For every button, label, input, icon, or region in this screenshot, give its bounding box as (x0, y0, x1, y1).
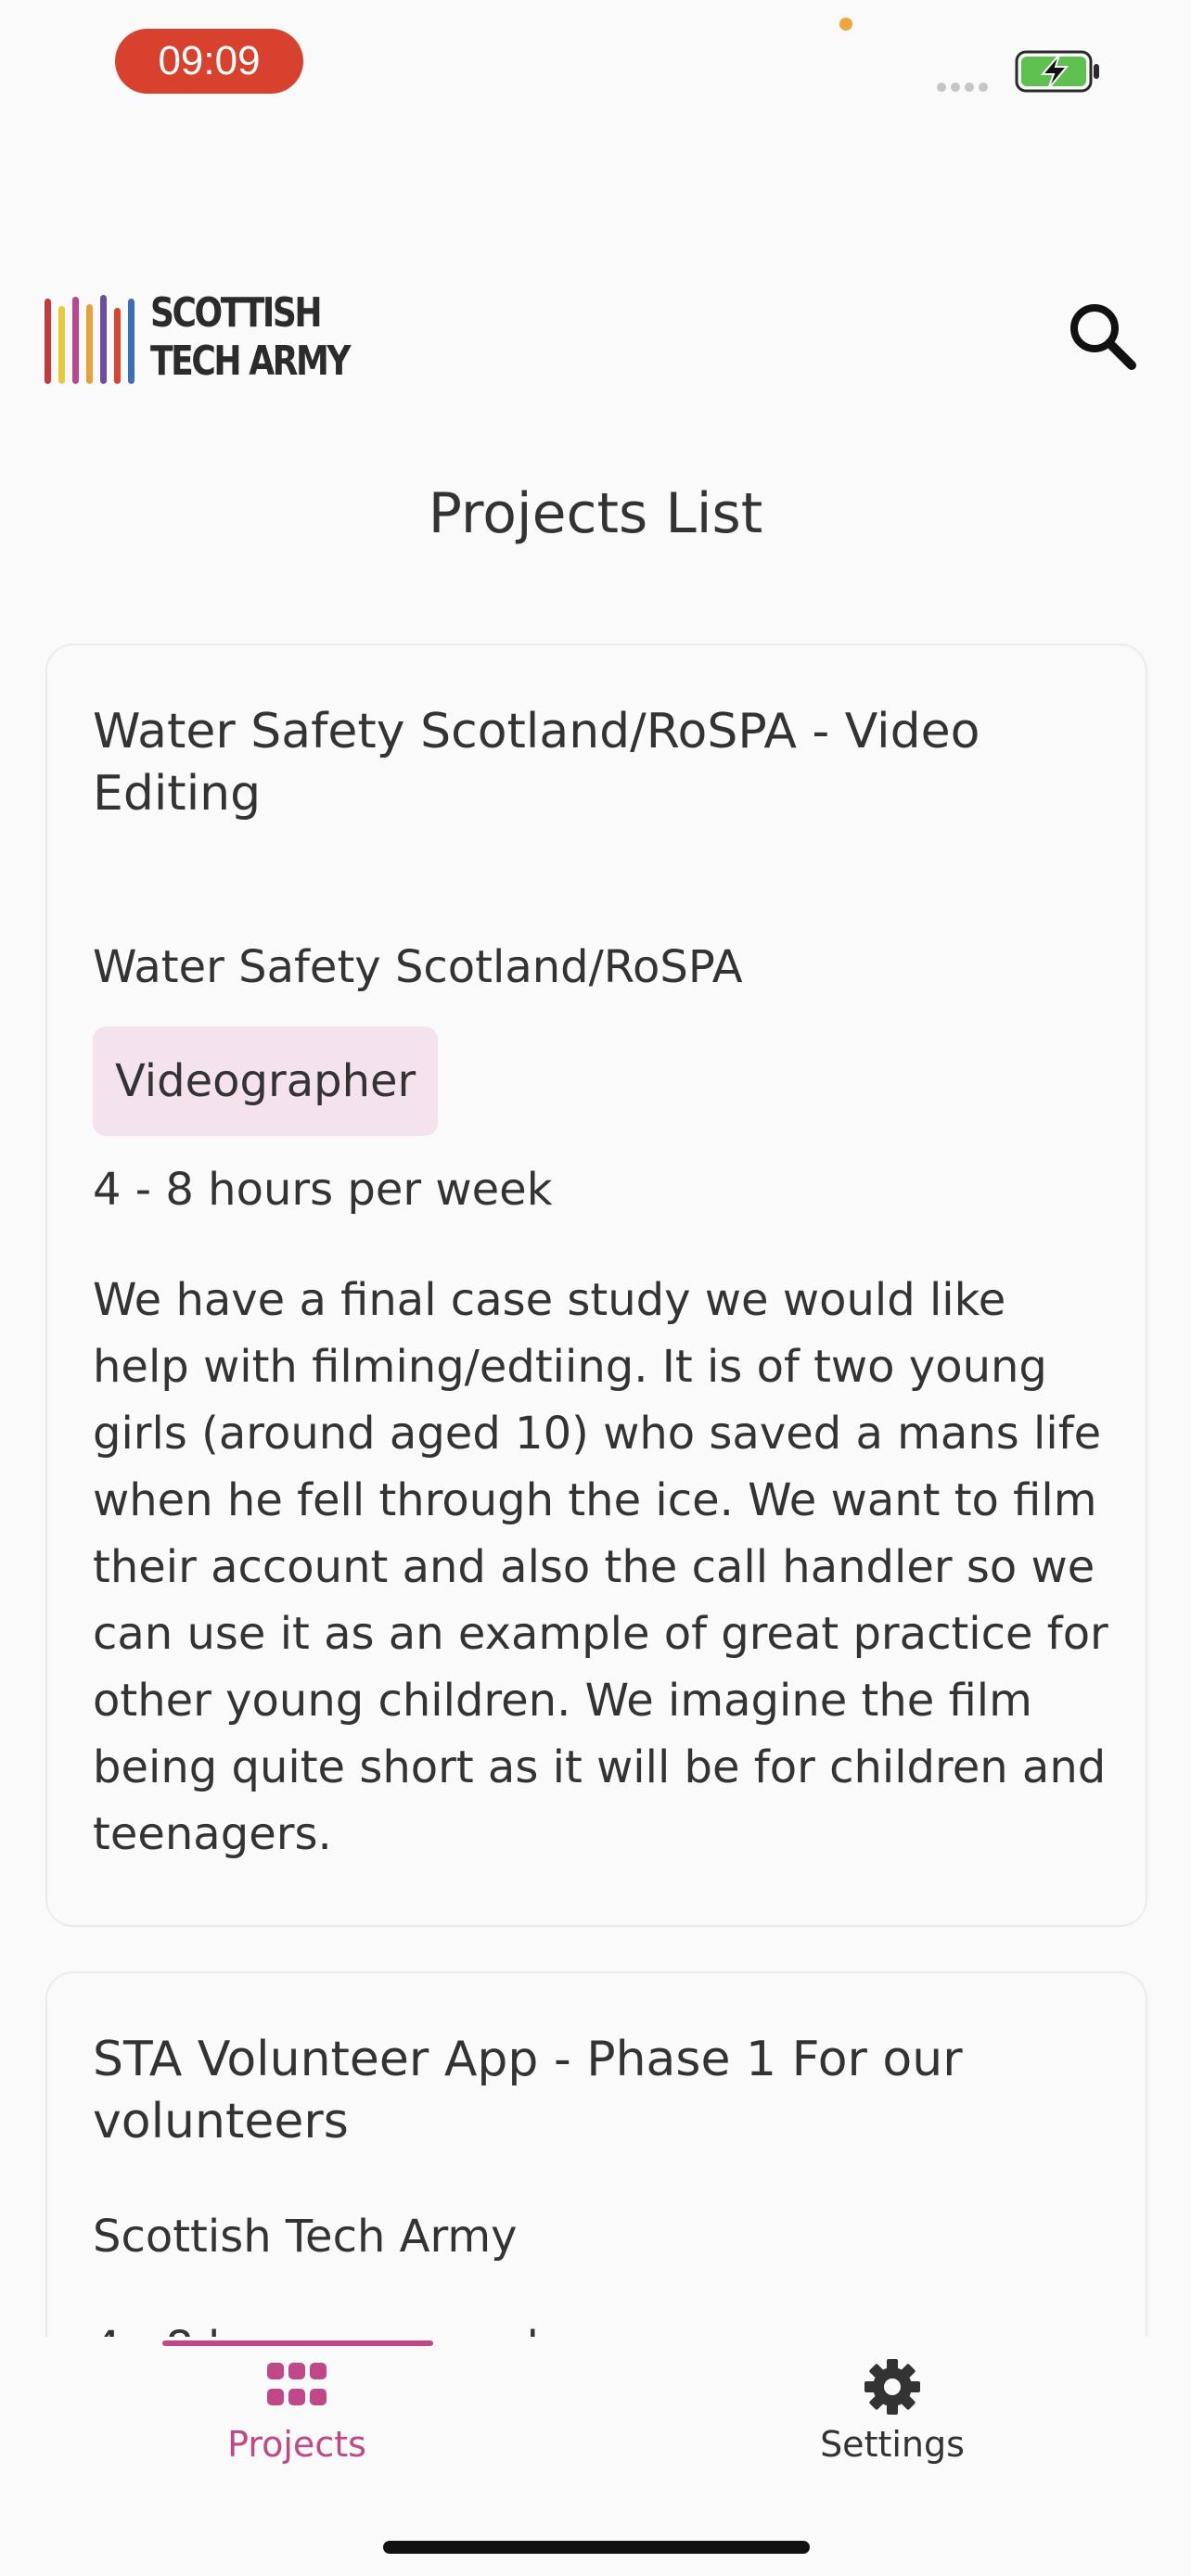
project-description: We have a final case study we would like… (93, 1274, 1108, 1860)
page-title: Projects List (428, 481, 763, 546)
cellular-signal-icon (937, 78, 992, 96)
gear-icon (864, 2359, 920, 2415)
app-logo: SCOTTISH TECH ARMY (43, 289, 352, 388)
grid-icon (267, 2363, 327, 2405)
tab-settings[interactable]: Settings (707, 2337, 1078, 2485)
recording-dot-icon (839, 18, 852, 31)
project-card[interactable]: STA Volunteer App - Phase 1 For our volu… (45, 1971, 1147, 2337)
home-indicator[interactable] (383, 2541, 810, 2554)
projects-list[interactable]: Water Safety Scotland/RoSPA - Video Edit… (0, 640, 1191, 2337)
battery-charging-icon (1015, 50, 1099, 93)
project-hours: 4 - 8 hours per week (93, 1164, 553, 1216)
project-organisation: Scottish Tech Army (93, 2211, 518, 2263)
logo-line-1: SCOTTISH (150, 289, 323, 337)
tab-settings-label: Settings (820, 2424, 965, 2465)
logo-bars-icon (45, 295, 134, 384)
project-title: STA Volunteer App - Phase 1 For our volu… (93, 2032, 963, 2149)
logo-wordmark: SCOTTISH TECH ARMY (150, 289, 352, 386)
project-title: Water Safety Scotland/RoSPA - Video Edit… (93, 704, 980, 822)
status-time: 09:09 (115, 29, 303, 94)
role-tag: Videographer (93, 1027, 439, 1136)
logo-line-2: TECH ARMY (150, 338, 352, 385)
project-organisation: Water Safety Scotland/RoSPA (93, 941, 743, 993)
project-hours: 4 - 8 hours per week (93, 2320, 553, 2337)
tab-projects[interactable]: Projects (111, 2337, 482, 2485)
search-icon[interactable] (1065, 299, 1139, 373)
status-bar: 09:09 (0, 0, 1191, 130)
tab-projects-label: Projects (227, 2424, 366, 2465)
project-card[interactable]: Water Safety Scotland/RoSPA - Video Edit… (45, 644, 1147, 1927)
